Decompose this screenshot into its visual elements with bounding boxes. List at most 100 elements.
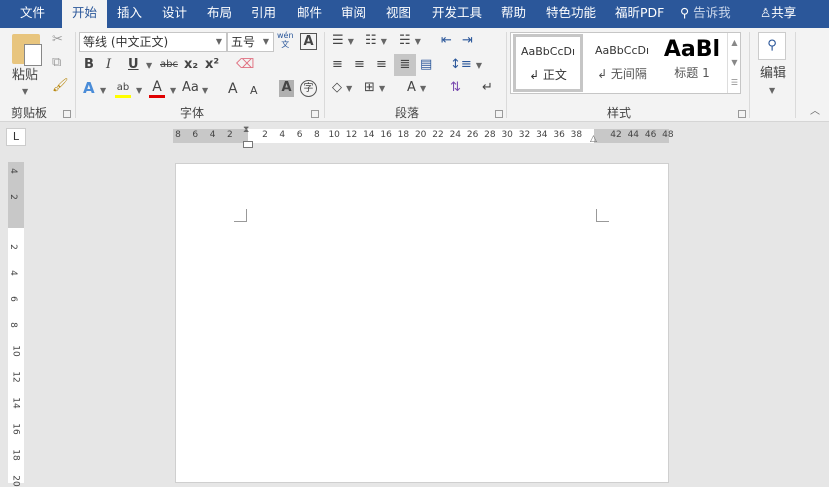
grow-font-button[interactable]: A [228, 81, 238, 97]
tab-foxit-pdf[interactable]: 福昕PDF [615, 0, 664, 28]
editing-button[interactable]: 编辑 [760, 66, 786, 82]
strikethrough-button[interactable]: abc [160, 57, 178, 73]
tab-layout[interactable]: 布局 [207, 0, 232, 28]
ruler-label: 48 [662, 130, 674, 140]
subscript-button[interactable]: x₂ [184, 57, 198, 73]
tab-view[interactable]: 视图 [386, 0, 411, 28]
font-name-combo[interactable]: 等线 (中文正文) ▼ [79, 32, 227, 52]
chinese-layout-button[interactable]: A ▼ [407, 80, 426, 97]
collapse-ribbon-icon[interactable]: ︿ [810, 104, 820, 120]
tab-help[interactable]: 帮助 [501, 0, 526, 28]
font-launcher-icon[interactable] [311, 110, 319, 118]
person-icon: ♙ [760, 5, 772, 20]
ruler-label: 46 [644, 130, 657, 140]
chevron-down-icon[interactable]: ▼ [146, 58, 152, 74]
divider [324, 32, 325, 118]
ruler-label: 4 [7, 270, 18, 276]
chevron-down-icon: ▼ [262, 37, 269, 46]
ruler-label: 10 [328, 130, 340, 140]
ruler-label: 34 [536, 130, 548, 140]
tab-file[interactable]: 文件 [20, 0, 45, 28]
borders-button[interactable]: ⊞ ▼ [364, 80, 385, 97]
vertical-ruler[interactable]: 4 2 2 4 6 8 10 12 14 16 18 20 [7, 162, 24, 487]
horizontal-ruler[interactable]: 8 6 4 2 2 4 6 8 10 12 14 16 18 20 22 24 26 28 30 32 34 36 38 42… [173, 125, 674, 148]
style-normal[interactable]: AaBbCcDı ↲ 正文 [513, 34, 583, 92]
clear-formatting-icon[interactable]: ⌫ [236, 57, 254, 73]
chevron-down-icon[interactable]: ▼ [202, 83, 208, 99]
tab-insert[interactable]: 插入 [117, 0, 142, 28]
styles-launcher-icon[interactable] [738, 110, 746, 118]
shrink-font-button[interactable]: A [250, 83, 258, 99]
tab-references[interactable]: 引用 [251, 0, 276, 28]
change-case-button[interactable]: Aa [182, 80, 199, 96]
style-heading-1[interactable]: AaBl 标题 1 [659, 33, 725, 93]
ribbon: 粘贴 ▼ ✂ ⧉ 🖌 剪贴板 等线 (中文正文) ▼ 五号 ▼ wén 文 A B I… [0, 28, 829, 122]
text-effects-button[interactable]: A [83, 80, 95, 96]
cut-icon[interactable]: ✂ [52, 32, 63, 48]
first-line-indent-marker[interactable]: ⧗ [243, 125, 249, 135]
style-no-spacing[interactable]: AaBbCcDı ↲ 无间隔 [586, 33, 658, 93]
font-size-combo[interactable]: 五号 ▼ [227, 32, 274, 52]
find-icon[interactable]: ⚲ [758, 32, 786, 60]
right-indent-marker[interactable]: △ [590, 134, 597, 144]
divider [75, 32, 76, 118]
left-indent-marker[interactable] [243, 141, 253, 148]
ruler-label: 32 [518, 130, 531, 140]
clipboard-launcher-icon[interactable] [63, 110, 71, 118]
document-page[interactable] [175, 163, 669, 483]
ruler-label: 28 [484, 130, 496, 140]
font-color-button[interactable]: A [149, 79, 165, 98]
increase-indent-button[interactable]: ⇥ [462, 33, 473, 49]
bullets-button[interactable]: ☰ ▼ [332, 33, 354, 50]
italic-button[interactable]: I [106, 57, 111, 73]
tab-design[interactable]: 设计 [162, 0, 187, 28]
highlight-color-button[interactable]: ab [115, 80, 131, 98]
tab-features[interactable]: 特色功能 [546, 0, 596, 28]
phonetic-guide-button[interactable]: wén 文 [277, 31, 294, 49]
share-button[interactable]: ♙共享 [760, 0, 796, 28]
styles-scrollbar[interactable]: ▲ ▼ ☰ [727, 33, 741, 93]
chevron-down-icon[interactable]: ▼ [22, 84, 28, 100]
align-right-button[interactable]: ≡ [376, 57, 387, 73]
tab-developer[interactable]: 开发工具 [432, 0, 482, 28]
paste-button[interactable]: 粘贴 [12, 68, 38, 84]
chevron-down-icon[interactable]: ▼ [769, 83, 775, 99]
chevron-down-icon[interactable]: ▼ [136, 83, 142, 99]
bold-button[interactable]: B [84, 57, 94, 73]
justify-button[interactable]: ≣ [394, 54, 416, 76]
distributed-button[interactable]: ▤ [420, 57, 432, 73]
tell-me-search[interactable]: ⚲ 告诉我 [680, 0, 731, 28]
paragraph-launcher-icon[interactable] [495, 110, 503, 118]
chevron-down-icon: ▼ [215, 37, 222, 46]
superscript-button[interactable]: x² [205, 57, 219, 73]
ruler-label: 10 [10, 345, 21, 357]
align-left-button[interactable]: ≡ [332, 57, 343, 73]
ruler-label: 16 [380, 130, 392, 140]
align-center-button[interactable]: ≡ [354, 57, 365, 73]
group-label-paragraph: 段落 [395, 106, 420, 120]
character-shading-button[interactable]: A [279, 80, 294, 97]
format-painter-icon[interactable]: 🖌 [52, 78, 69, 94]
sort-button[interactable]: ⇅ [450, 80, 461, 96]
ruler-label: 22 [432, 130, 444, 140]
line-spacing-button[interactable]: ↕≡ ▼ [450, 57, 482, 74]
chevron-down-icon[interactable]: ▼ [170, 83, 176, 99]
tab-home[interactable]: 开始 [62, 0, 108, 28]
character-border-button[interactable]: A [300, 33, 317, 50]
underline-button[interactable]: U [128, 57, 139, 73]
show-marks-button[interactable]: ↵ [482, 80, 493, 96]
decrease-indent-button[interactable]: ⇤ [441, 33, 452, 49]
ruler-label: 4 [279, 130, 286, 140]
copy-icon[interactable]: ⧉ [52, 55, 61, 71]
numbering-button[interactable]: ☷ ▼ [365, 33, 387, 50]
chevron-down-icon[interactable]: ▼ [100, 83, 106, 99]
enclose-characters-button[interactable]: 字 [300, 80, 317, 97]
multilevel-list-button[interactable]: ☵ ▼ [399, 33, 421, 50]
tab-mailings[interactable]: 邮件 [297, 0, 322, 28]
shading-button[interactable]: ◇ ▼ [332, 80, 352, 97]
ribbon-tab-bar: 文件 开始 插入 设计 布局 引用 邮件 审阅 视图 开发工具 帮助 特色功能 … [0, 0, 829, 28]
tab-review[interactable]: 审阅 [341, 0, 366, 28]
tab-selector[interactable]: L [6, 128, 26, 146]
ruler-label: 14 [10, 397, 21, 409]
ruler-label: 20 [10, 475, 21, 487]
